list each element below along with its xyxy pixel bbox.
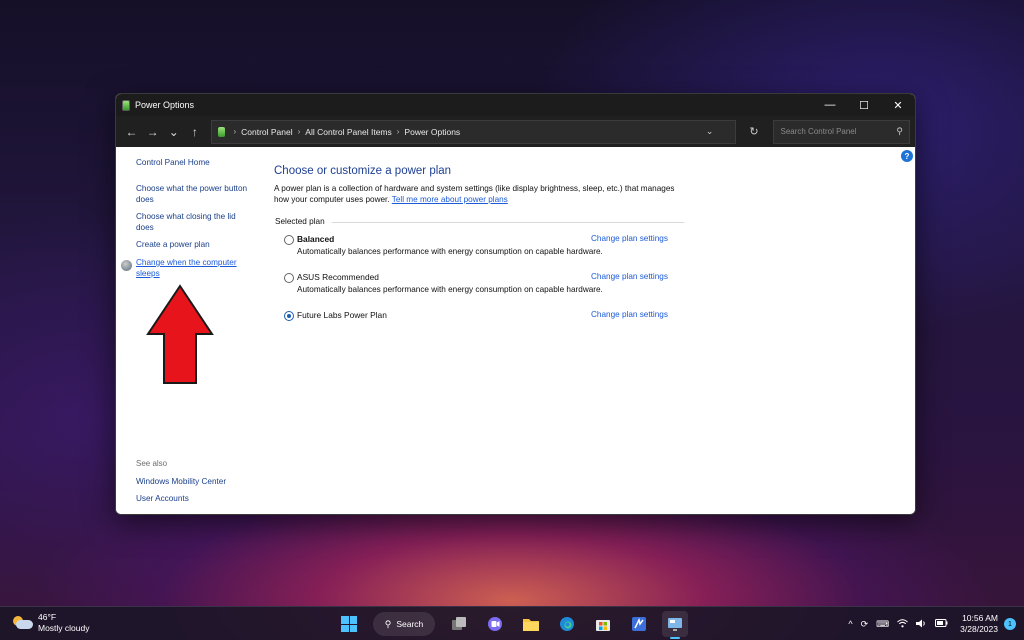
maximize-button[interactable]: ☐ <box>847 94 881 116</box>
edge-browser-icon[interactable] <box>554 611 580 637</box>
left-pane: Control Panel Home Choose what the power… <box>116 147 256 514</box>
control-panel-home-link[interactable]: Control Panel Home <box>136 157 251 168</box>
file-explorer-icon[interactable] <box>518 611 544 637</box>
window-controls: — ☐ ✕ <box>813 94 915 116</box>
window-title: Power Options <box>135 100 195 110</box>
battery-icon[interactable] <box>935 619 948 629</box>
breadcrumb-separator[interactable]: › <box>397 127 400 136</box>
group-divider <box>332 222 684 223</box>
title-bar[interactable]: Power Options — ☐ ✕ <box>116 94 915 116</box>
search-box[interactable]: ⚲ <box>773 119 911 144</box>
plan-name[interactable]: Balanced <box>297 234 334 244</box>
power-button-link[interactable]: Choose what the power button does <box>136 183 251 205</box>
start-button[interactable] <box>336 611 362 637</box>
task-view-icon[interactable] <box>446 611 472 637</box>
plan-name[interactable]: ASUS Recommended <box>297 272 379 282</box>
partly-cloudy-icon <box>12 615 34 631</box>
taskbar-search-button[interactable]: ⚲ Search <box>373 612 435 636</box>
taskbar-apps: ⚲ Search <box>331 611 693 639</box>
search-icon[interactable]: ⚲ <box>896 126 903 137</box>
breadcrumb-power-options[interactable]: Power Options <box>404 127 460 137</box>
create-power-plan-link[interactable]: Create a power plan <box>136 239 251 250</box>
address-bar[interactable]: › Control Panel › All Control Panel Item… <box>211 119 737 144</box>
power-options-window: Power Options — ☐ ✕ ← → ⌄ ↑ › Control Pa… <box>115 93 916 515</box>
whiteboard-app-icon[interactable] <box>626 611 652 637</box>
minimize-button[interactable]: — <box>813 94 847 116</box>
taskbar: 46°F Mostly cloudy ⚲ Search ^ ⟳ ⌨ 10:56 … <box>0 606 1024 640</box>
search-icon: ⚲ <box>384 618 392 629</box>
change-sleep-link[interactable]: Change when the computer sleeps <box>136 257 251 279</box>
weather-widget[interactable]: 46°F Mostly cloudy <box>12 612 90 634</box>
clock-time: 10:56 AM <box>962 613 998 623</box>
change-plan-settings-link[interactable]: Change plan settings <box>591 272 668 281</box>
wifi-icon[interactable] <box>897 618 909 630</box>
plan-name[interactable]: Future Labs Power Plan <box>297 310 387 320</box>
weather-condition: Mostly cloudy <box>38 623 90 633</box>
taskbar-search-label: Search <box>396 619 424 629</box>
address-dropdown-chevron-icon[interactable]: ⌄ <box>706 126 714 137</box>
microsoft-store-icon[interactable] <box>590 611 616 637</box>
notification-badge[interactable]: 1 <box>1004 618 1016 630</box>
keyboard-icon[interactable]: ⌨ <box>876 619 889 630</box>
sync-alert-icon[interactable]: ⟳ <box>861 619 869 630</box>
plan-radio-future-labs[interactable] <box>284 311 294 321</box>
mobility-center-link[interactable]: Windows Mobility Center <box>136 476 251 487</box>
selected-plan-label: Selected plan <box>275 217 325 226</box>
content-area: Control Panel Home Choose what the power… <box>116 147 915 514</box>
page-description: A power plan is a collection of hardware… <box>274 183 684 205</box>
system-tray: ^ ⟳ ⌨ 10:56 AM 3/28/2023 1 <box>844 613 1016 635</box>
teams-chat-icon[interactable] <box>482 611 508 637</box>
see-also-heading: See also <box>136 459 168 468</box>
help-icon[interactable]: ? <box>901 150 913 162</box>
learn-more-link[interactable]: Tell me more about power plans <box>392 195 508 204</box>
close-button[interactable]: ✕ <box>881 94 915 116</box>
breadcrumb-separator[interactable]: › <box>233 127 236 136</box>
control-panel-taskbar-icon[interactable] <box>662 611 688 639</box>
battery-icon <box>122 99 130 111</box>
main-pane: ? Choose or customize a power plan A pow… <box>274 147 915 514</box>
red-arrow-annotation <box>146 284 214 384</box>
back-arrow-icon[interactable]: ← <box>121 121 142 143</box>
change-plan-settings-link[interactable]: Change plan settings <box>591 234 668 243</box>
plan-description: Automatically balances performance with … <box>297 247 603 256</box>
volume-icon[interactable] <box>916 619 927 630</box>
closing-lid-link[interactable]: Choose what closing the lid does <box>136 211 251 233</box>
search-input[interactable] <box>780 127 901 136</box>
address-toolbar: ← → ⌄ ↑ › Control Panel › All Control Pa… <box>116 116 915 147</box>
windows-logo-icon <box>341 616 357 632</box>
breadcrumb-control-panel[interactable]: Control Panel <box>241 127 293 137</box>
up-arrow-icon[interactable]: ↑ <box>184 121 205 143</box>
shield-icon <box>121 260 132 271</box>
recent-locations-chevron-icon[interactable]: ⌄ <box>163 121 184 143</box>
breadcrumb-all-items[interactable]: All Control Panel Items <box>305 127 391 137</box>
user-accounts-link[interactable]: User Accounts <box>136 493 251 504</box>
weather-temp: 46°F <box>38 612 57 622</box>
clock[interactable]: 10:56 AM 3/28/2023 <box>960 613 998 635</box>
show-hidden-icons-chevron-icon[interactable]: ^ <box>848 619 852 629</box>
plan-radio-asus[interactable] <box>284 273 294 283</box>
page-title: Choose or customize a power plan <box>274 165 452 177</box>
breadcrumb-separator[interactable]: › <box>298 127 301 136</box>
battery-icon <box>218 126 226 137</box>
plan-radio-balanced[interactable] <box>284 235 294 245</box>
refresh-icon[interactable]: ↻ <box>742 120 765 144</box>
clock-date: 3/28/2023 <box>960 624 998 634</box>
change-plan-settings-link[interactable]: Change plan settings <box>591 310 668 319</box>
forward-arrow-icon[interactable]: → <box>142 121 163 143</box>
plan-description: Automatically balances performance with … <box>297 285 603 294</box>
